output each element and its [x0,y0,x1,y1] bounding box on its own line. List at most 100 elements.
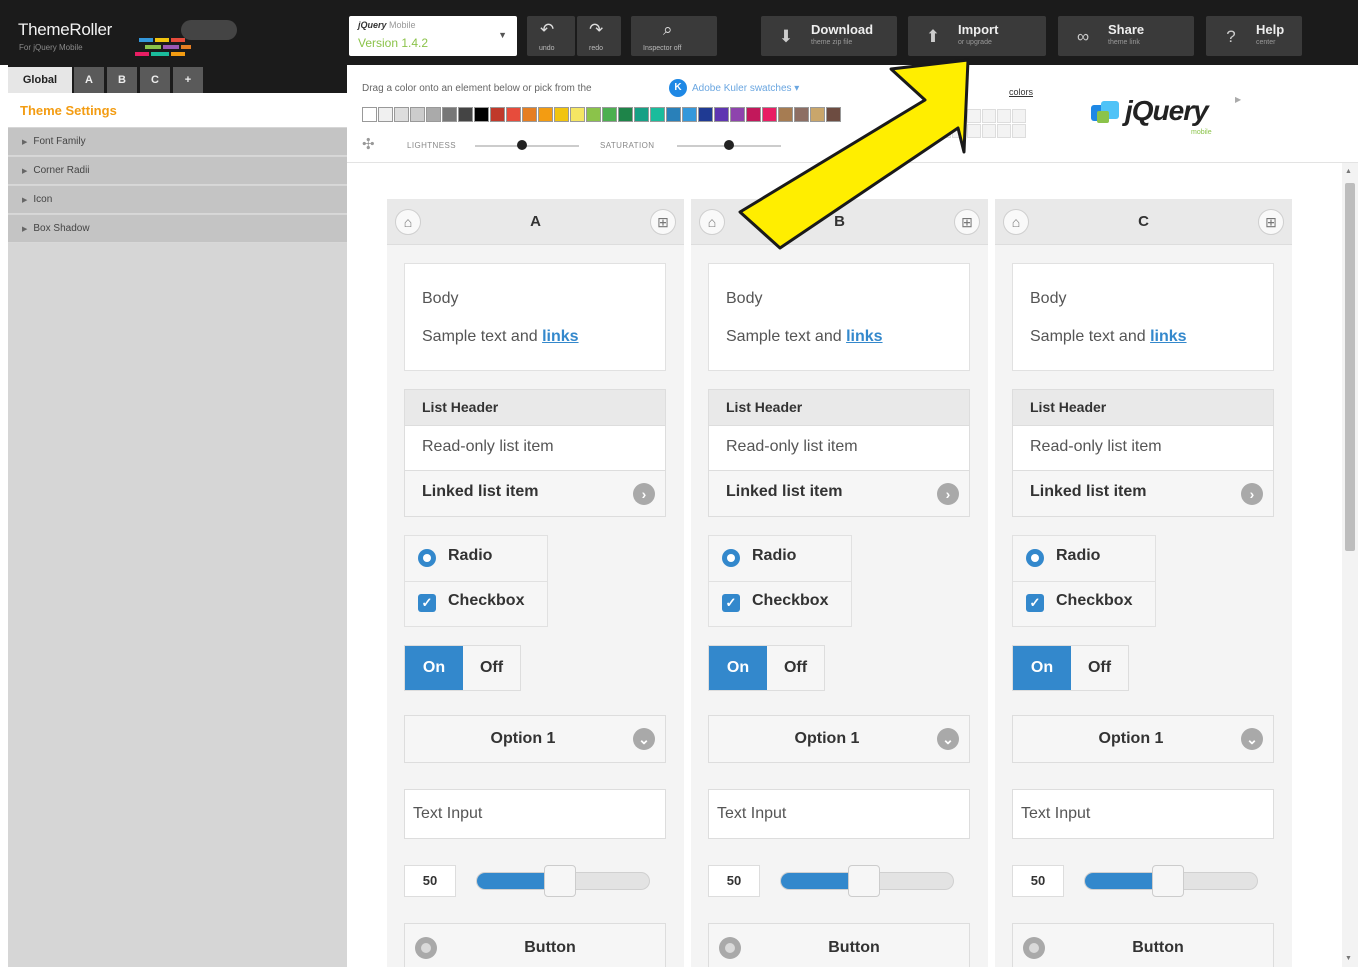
tab-a[interactable]: A [74,67,104,93]
accordion-icon[interactable]: ▶ Icon [8,186,347,214]
checkbox[interactable]: ✓ [722,594,740,612]
radio-label[interactable]: Radio [752,547,796,565]
scroll-up-icon[interactable]: ▲ [1345,168,1352,175]
sample-button[interactable]: Button [404,923,666,967]
slider-handle[interactable] [1152,865,1185,897]
recent-color-slot[interactable] [997,109,1011,123]
recent-color-slot[interactable] [1012,124,1026,138]
inspector-button[interactable]: ⌕ Inspector off [631,16,717,56]
flip-switch[interactable]: On Off [404,645,521,691]
color-swatch[interactable] [666,107,681,122]
tab-c[interactable]: C [140,67,170,93]
flip-on[interactable]: On [709,646,767,690]
tab-global[interactable]: Global [8,67,72,93]
slider-value-input[interactable]: 50 [1012,865,1064,897]
color-swatch[interactable] [618,107,633,122]
checkbox-label[interactable]: Checkbox [752,592,828,610]
recent-color-slot[interactable] [952,124,966,138]
recent-color-slot[interactable] [937,109,951,123]
slider-value-input[interactable]: 50 [708,865,760,897]
recent-color-slot[interactable] [982,124,996,138]
recent-color-slot[interactable] [997,124,1011,138]
undo-button[interactable]: ↶ undo [527,16,575,56]
sample-link[interactable]: links [846,328,882,345]
color-swatch[interactable] [378,107,393,122]
color-swatch[interactable] [730,107,745,122]
slider-handle[interactable] [544,865,577,897]
recent-color-slot[interactable] [1012,109,1026,123]
lightness-slider[interactable] [475,145,579,147]
import-button[interactable]: ⬆ Import or upgrade [908,16,1046,56]
recent-color-slot[interactable] [967,109,981,123]
flip-off[interactable]: Off [767,646,824,690]
kuler-swatches-link[interactable]: Adobe Kuler swatches ▾ [692,83,799,94]
color-swatch[interactable] [778,107,793,122]
flip-on[interactable]: On [1013,646,1071,690]
color-swatch[interactable] [426,107,441,122]
linked-list-item[interactable]: Linked list item › [405,471,665,516]
help-button[interactable]: ? Help center [1206,16,1302,56]
grid-icon[interactable]: ⊞ [1258,209,1284,235]
color-swatch[interactable] [586,107,601,122]
color-swatch[interactable] [490,107,505,122]
color-swatch[interactable] [394,107,409,122]
select-menu[interactable]: Option 1 ⌄ [404,715,666,763]
select-menu[interactable]: Option 1 ⌄ [708,715,970,763]
color-swatch[interactable] [650,107,665,122]
scrollbar-thumb[interactable] [1345,183,1355,551]
checkbox[interactable]: ✓ [418,594,436,612]
checkbox-label[interactable]: Checkbox [1056,592,1132,610]
color-swatch[interactable] [602,107,617,122]
color-swatch[interactable] [714,107,729,122]
radio-label[interactable]: Radio [448,547,492,565]
redo-button[interactable]: ↷ redo [577,16,621,56]
sample-link[interactable]: links [542,328,578,345]
tab-b[interactable]: B [107,67,137,93]
radio-button[interactable] [722,549,740,567]
recent-color-slot[interactable] [937,124,951,138]
color-swatch[interactable] [570,107,585,122]
radio-button[interactable] [1026,549,1044,567]
color-swatch[interactable] [682,107,697,122]
colors-link[interactable]: colors [1009,87,1033,97]
download-button[interactable]: ⬇ Download theme zip file [761,16,897,56]
linked-list-item[interactable]: Linked list item › [709,471,969,516]
radio-button[interactable] [418,549,436,567]
color-swatch[interactable] [746,107,761,122]
slider-track[interactable] [1084,865,1258,897]
share-button[interactable]: ∞ Share theme link [1058,16,1194,56]
color-swatch[interactable] [522,107,537,122]
linked-list-item[interactable]: Linked list item › [1013,471,1273,516]
flip-switch[interactable]: On Off [708,645,825,691]
slider-track[interactable] [780,865,954,897]
color-swatch[interactable] [762,107,777,122]
flip-off[interactable]: Off [1071,646,1128,690]
tab-add[interactable]: + [173,67,203,93]
version-select[interactable]: jQuery Mobile Version 1.4.2 ▼ [349,16,517,56]
lightness-slider-handle[interactable] [516,140,527,150]
color-swatch[interactable] [362,107,377,122]
checkbox-label[interactable]: Checkbox [448,592,524,610]
flip-on[interactable]: On [405,646,463,690]
sample-button[interactable]: Button [1012,923,1274,967]
radio-label[interactable]: Radio [1056,547,1100,565]
color-swatch[interactable] [826,107,841,122]
accordion-font-family[interactable]: ▶ Font Family [8,128,347,156]
color-swatch[interactable] [506,107,521,122]
color-swatch[interactable] [554,107,569,122]
accordion-corner-radii[interactable]: ▶ Corner Radii [8,157,347,185]
sample-button[interactable]: Button [708,923,970,967]
color-swatch[interactable] [698,107,713,122]
color-swatch[interactable] [634,107,649,122]
flip-off[interactable]: Off [463,646,520,690]
grid-icon[interactable]: ⊞ [954,209,980,235]
flip-switch[interactable]: On Off [1012,645,1129,691]
color-swatch[interactable] [538,107,553,122]
text-input[interactable]: Text Input [404,789,666,839]
slider-track[interactable] [476,865,650,897]
text-input[interactable]: Text Input [1012,789,1274,839]
accordion-box-shadow[interactable]: ▶ Box Shadow [8,215,347,243]
select-menu[interactable]: Option 1 ⌄ [1012,715,1274,763]
color-swatch[interactable] [458,107,473,122]
grid-icon[interactable]: ⊞ [650,209,676,235]
